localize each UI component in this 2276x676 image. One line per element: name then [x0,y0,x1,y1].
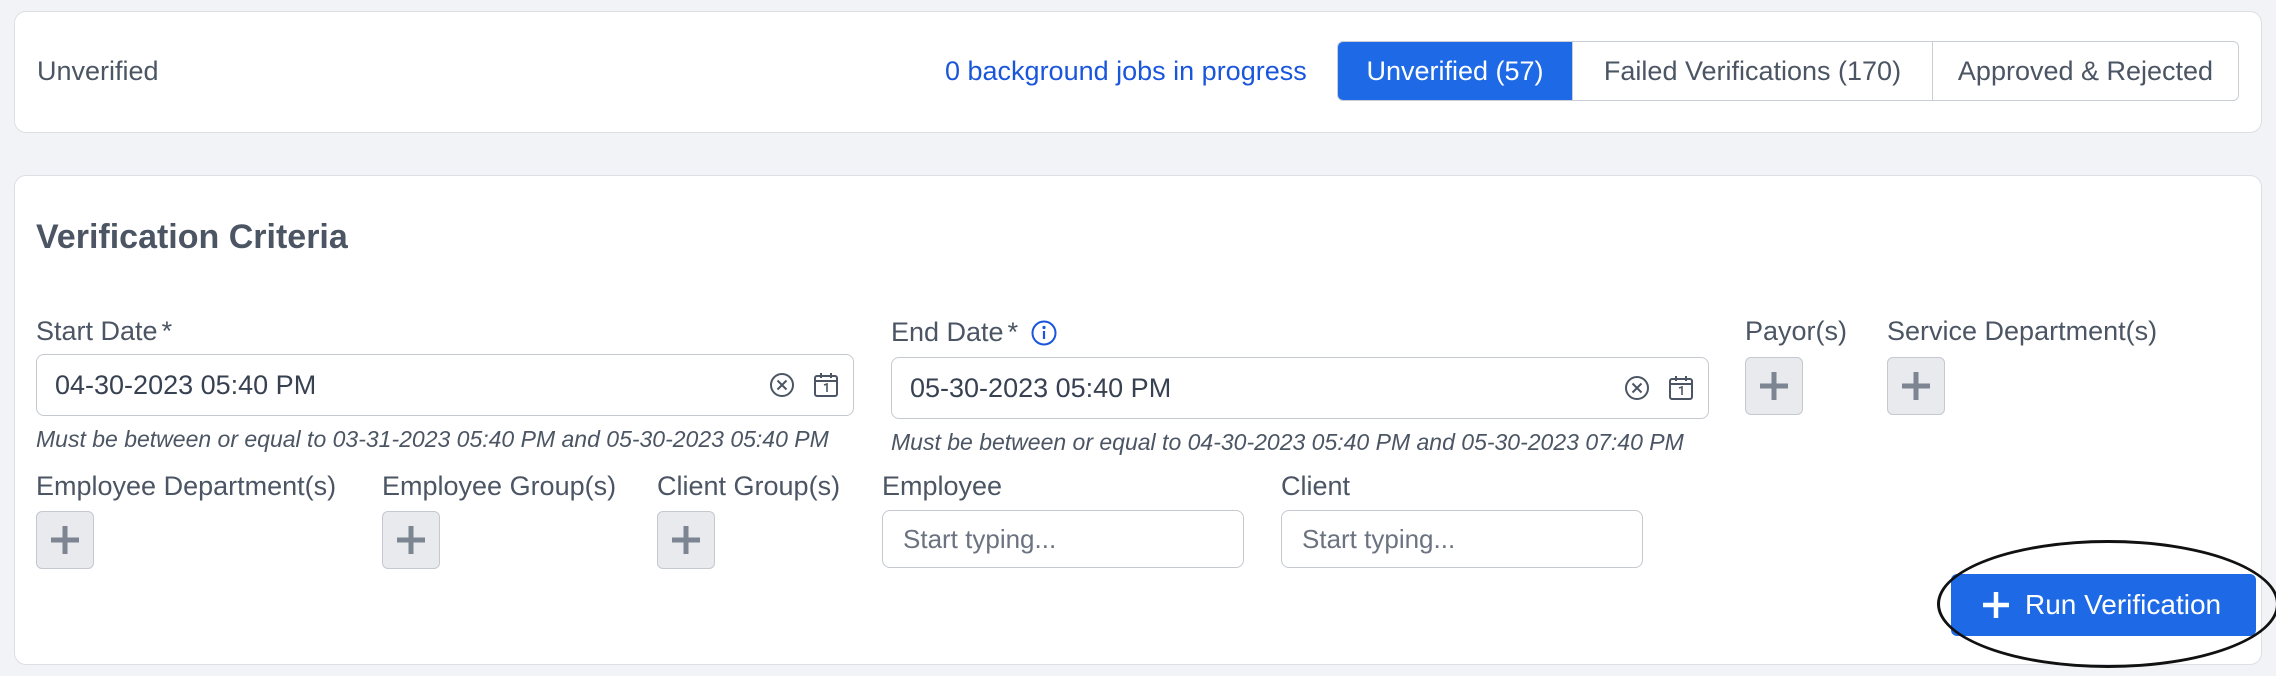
plus-icon [397,526,425,554]
run-verification-button[interactable]: Run Verification [1951,574,2256,636]
payors-label: Payor(s) [1745,316,1848,346]
add-employee-department-button[interactable] [36,511,94,569]
end-date-hint: Must be between or equal to 04-30-2023 0… [891,429,1684,455]
add-payor-button[interactable] [1745,357,1803,415]
run-verification-label: Run Verification [2025,589,2222,620]
employee-input[interactable] [882,510,1244,568]
plus-icon [1981,590,2011,620]
background-jobs-link[interactable]: 0 background jobs in progress [945,56,1307,87]
required-mark: * [1007,317,1019,347]
add-client-group-button[interactable] [657,511,715,569]
plus-icon [1902,372,1930,400]
header-card: Unverified 0 background jobs in progress… [14,11,2262,133]
start-date-field[interactable]: 04-30-2023 05:40 PM [36,354,854,416]
page-label: Unverified [37,56,159,86]
start-date-value: 04-30-2023 05:40 PM [55,369,317,400]
required-mark: * [161,316,173,346]
add-service-department-button[interactable] [1887,357,1945,415]
end-date-value: 05-30-2023 05:40 PM [910,372,1172,403]
clear-icon[interactable] [1620,371,1654,405]
employee-groups-label: Employee Group(s) [382,471,617,501]
end-date-field[interactable]: 05-30-2023 05:40 PM [891,357,1709,419]
start-date-label: Start Date * [36,316,172,347]
plus-icon [1760,372,1788,400]
status-tabs: Unverified (57) Failed Verifications (17… [1337,41,2239,101]
client-groups-label: Client Group(s) [657,471,841,501]
calendar-icon[interactable] [1664,371,1698,405]
start-date-hint: Must be between or equal to 03-31-2023 0… [36,426,829,452]
tab-unverified[interactable]: Unverified (57) [1338,42,1572,100]
start-date-label-text: Start Date [36,316,158,346]
tab-failed-verifications[interactable]: Failed Verifications (170) [1572,42,1932,100]
employee-label: Employee [882,471,1003,501]
end-date-label-text: End Date [891,317,1004,347]
info-icon[interactable] [1030,319,1058,347]
client-label: Client [1281,471,1351,501]
tab-approved-rejected[interactable]: Approved & Rejected [1932,42,2238,100]
employee-departments-label: Employee Department(s) [36,471,337,501]
client-input[interactable] [1281,510,1643,568]
calendar-icon[interactable] [809,368,843,402]
clear-icon[interactable] [765,368,799,402]
plus-icon [51,526,79,554]
verification-criteria-card: Verification Criteria Start Date * 04-30-… [14,175,2276,668]
plus-icon [672,526,700,554]
add-employee-group-button[interactable] [382,511,440,569]
section-title: Verification Criteria [36,218,348,256]
service-departments-label: Service Department(s) [1887,316,2158,346]
end-date-label: End Date * [891,317,1058,348]
